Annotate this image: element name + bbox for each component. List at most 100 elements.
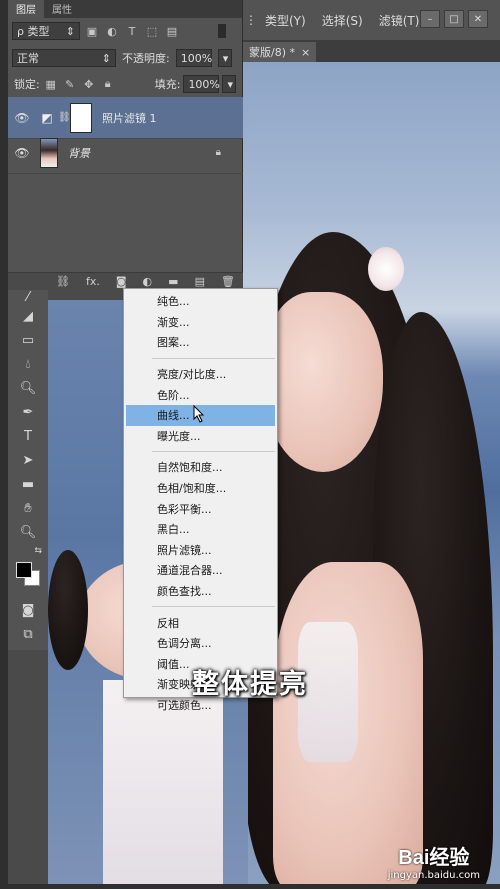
- layer-name[interactable]: 背景: [68, 145, 90, 161]
- window-edge: [0, 884, 500, 889]
- layer-mask-thumbnail[interactable]: [70, 102, 92, 133]
- opacity-dropdown[interactable]: ▾: [217, 49, 232, 67]
- menu-item-color-balance[interactable]: 色彩平衡...: [124, 498, 277, 519]
- eraser-tool-icon[interactable]: ◢: [8, 304, 48, 328]
- menu-item-posterize[interactable]: 色调分离...: [124, 633, 277, 654]
- menu-item-hue-saturation[interactable]: 色相/饱和度...: [124, 478, 277, 499]
- document-tab[interactable]: 蒙版/8) * ×: [243, 42, 317, 62]
- menu-separator: [152, 357, 275, 359]
- opacity-value: 100%: [180, 51, 213, 65]
- path-selection-icon[interactable]: ➤: [8, 448, 48, 472]
- tools-panel: ⁄ ◢ ▭ 💧︎ 🔍︎ ✒︎ T ➤ ▬ ✋︎ 🔍︎ ⇆ ◙ ⧉: [8, 290, 48, 650]
- layer-name[interactable]: 照片滤镜 1: [102, 110, 157, 126]
- maximize-button[interactable]: □: [444, 10, 464, 28]
- menu-filter[interactable]: 滤镜(T): [371, 12, 428, 29]
- opacity-input[interactable]: 100%: [175, 49, 213, 67]
- filter-kind-select[interactable]: ρ 类型 ⇕: [12, 22, 80, 40]
- menu-item-black-white[interactable]: 黑白...: [124, 519, 277, 540]
- menu-item-exposure[interactable]: 曝光度...: [124, 426, 277, 447]
- baidu-watermark: Bai经验 jingyan.baidu.com: [388, 841, 480, 881]
- eye-icon[interactable]: 👁︎: [8, 111, 36, 125]
- lock-all-icon[interactable]: 🔒︎: [100, 77, 116, 91]
- menu-item-invert[interactable]: 反相: [124, 612, 277, 633]
- lock-transparent-icon[interactable]: ▦: [43, 78, 59, 91]
- link-icon[interactable]: ⛓︎: [56, 275, 70, 288]
- adjustment-filter-icon[interactable]: ◐: [104, 25, 120, 38]
- close-window-button[interactable]: ✕: [468, 10, 488, 28]
- trash-icon[interactable]: 🗑︎: [221, 275, 235, 288]
- layer-row-background[interactable]: 👁︎ 背景 🔒︎: [8, 132, 243, 174]
- folder-icon[interactable]: ▬: [168, 275, 178, 288]
- type-tool-icon[interactable]: T: [8, 424, 48, 448]
- zoom-tool-icon[interactable]: 🔍︎: [8, 520, 48, 544]
- fill-input[interactable]: 100%: [183, 75, 220, 93]
- panel-tabs: 图层 属性: [8, 0, 242, 18]
- fx-icon[interactable]: fx.: [86, 275, 100, 288]
- layer-thumbnail: [40, 137, 58, 168]
- menu-item-gradient[interactable]: 渐变...: [124, 312, 277, 333]
- menu-arrange[interactable]: ⋮: [243, 13, 257, 27]
- pen-tool-icon[interactable]: ✒︎: [8, 400, 48, 424]
- screen-mode-icon[interactable]: ⧉: [8, 622, 48, 646]
- menu-item-levels[interactable]: 色阶...: [124, 384, 277, 405]
- mouse-cursor-icon: [193, 405, 205, 423]
- mask-icon[interactable]: ◙: [116, 275, 127, 288]
- adjustment-layer-icon: ◩: [41, 110, 53, 125]
- fill-value: 100%: [188, 77, 220, 91]
- minimize-button[interactable]: –: [420, 10, 440, 28]
- type-filter-icon[interactable]: T: [124, 25, 140, 38]
- blend-row: 正常 ⇕ 不透明度: 100% ▾: [8, 49, 243, 67]
- gradient-tool-icon[interactable]: ▭: [8, 328, 48, 352]
- color-swatches[interactable]: [8, 558, 48, 598]
- adjustment-icon[interactable]: ◐: [143, 275, 153, 288]
- quick-mask-icon[interactable]: ◙: [8, 598, 48, 622]
- blend-mode-label: 正常: [17, 52, 39, 65]
- tab-properties[interactable]: 属性: [44, 0, 80, 18]
- window-edge: [0, 0, 8, 889]
- menu-item-channel-mixer[interactable]: 通道混合器...: [124, 560, 277, 581]
- menu-item-photo-filter[interactable]: 照片滤镜...: [124, 540, 277, 561]
- blend-mode-select[interactable]: 正常 ⇕: [12, 49, 116, 67]
- new-layer-icon[interactable]: ▤: [195, 275, 205, 288]
- brush-tool-icon[interactable]: ⁄: [8, 290, 48, 305]
- menu-item-brightness-contrast[interactable]: 亮度/对比度...: [124, 364, 277, 385]
- menu-separator: [152, 606, 275, 608]
- menu-item-color-lookup[interactable]: 颜色查找...: [124, 581, 277, 602]
- fill-label: 填充:: [154, 78, 181, 91]
- swap-colors-icon[interactable]: ⇆: [8, 544, 48, 558]
- rectangle-tool-icon[interactable]: ▬: [8, 472, 48, 496]
- menu-item-vibrance[interactable]: 自然饱和度...: [124, 457, 277, 478]
- adjustment-layer-menu: 纯色... 渐变... 图案... 亮度/对比度... 色阶... 曲线... …: [123, 288, 278, 712]
- pixel-filter-icon[interactable]: ▣: [84, 25, 100, 38]
- document-tab-label: 蒙版/8) *: [249, 46, 295, 59]
- hand-tool-icon[interactable]: ✋︎: [8, 496, 48, 520]
- filter-toggle[interactable]: [218, 24, 226, 38]
- menu-separator: [152, 451, 275, 453]
- foreground-color-swatch[interactable]: [16, 562, 32, 578]
- watermark-logo: Bai经验: [398, 847, 470, 869]
- document-tab-bar: 蒙版/8) * ×: [243, 40, 500, 62]
- filter-kind-label: ρ 类型: [17, 25, 50, 38]
- close-icon[interactable]: ×: [301, 46, 310, 59]
- menu-bar: ⋮ 类型(Y) 选择(S) 滤镜(T) – □ ✕: [243, 0, 500, 40]
- shape-filter-icon[interactable]: ⬚: [144, 25, 160, 38]
- watermark-url: jingyan.baidu.com: [387, 870, 480, 881]
- menu-item-pattern[interactable]: 图案...: [124, 332, 277, 353]
- tab-layers[interactable]: 图层: [8, 0, 44, 18]
- fill-dropdown[interactable]: ▾: [222, 75, 237, 93]
- menu-type[interactable]: 类型(Y): [257, 12, 314, 29]
- chain-link-icon[interactable]: ⛓︎: [58, 112, 71, 123]
- photo-face: [263, 292, 383, 472]
- dodge-tool-icon[interactable]: 🔍︎: [8, 376, 48, 400]
- canvas-photo[interactable]: [243, 62, 500, 889]
- lock-position-icon[interactable]: ✥: [81, 78, 97, 91]
- menu-item-solid-color[interactable]: 纯色...: [124, 291, 277, 312]
- eye-icon[interactable]: 👁︎: [8, 146, 36, 160]
- blur-tool-icon[interactable]: 💧︎: [8, 352, 48, 376]
- lock-icon: 🔒︎: [215, 147, 221, 158]
- lock-row: 锁定: ▦ ✎ ✥ 🔒︎ 填充: 100% ▾: [8, 75, 243, 93]
- menu-select[interactable]: 选择(S): [314, 12, 371, 29]
- layers-panel: 图层 属性 ρ 类型 ⇕ ▣ ◐ T ⬚ ▤ 正常 ⇕ 不透明度: 100% ▾ 锁…: [8, 0, 243, 290]
- smart-object-filter-icon[interactable]: ▤: [164, 25, 180, 38]
- lock-pixels-icon[interactable]: ✎: [62, 78, 78, 91]
